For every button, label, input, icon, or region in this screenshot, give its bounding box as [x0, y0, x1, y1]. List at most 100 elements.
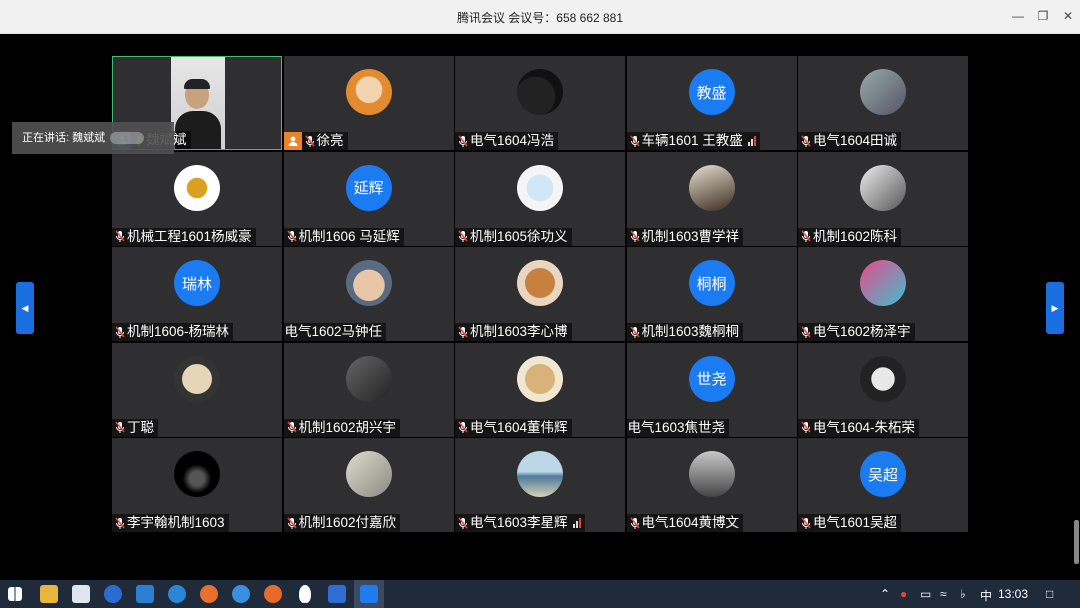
name-plate: 机制1603魏桐桐 — [626, 323, 744, 341]
battery-icon[interactable]: ▭ — [920, 587, 931, 601]
name-plate: 机制1602付嘉欣 — [283, 514, 401, 532]
participant-tile[interactable]: 丁聪 — [112, 342, 282, 437]
participant-tile[interactable]: 机制1602胡兴宇 — [283, 342, 454, 437]
avatar-initials: 瑞林 — [174, 260, 220, 306]
store-icon[interactable] — [72, 585, 90, 603]
participant-tile[interactable]: 徐亮 — [283, 56, 454, 150]
qq-icon[interactable] — [299, 585, 311, 603]
mic-muted-icon — [304, 134, 316, 148]
volume-icon[interactable]: ♭ — [960, 587, 966, 601]
participant-tile[interactable]: 桐桐 机制1603魏桐桐 — [626, 247, 797, 341]
app-l-icon[interactable] — [104, 585, 122, 603]
next-page-button[interactable]: ▶ — [1046, 282, 1064, 334]
participant-tile[interactable]: 机制1602付嘉欣 — [283, 438, 454, 532]
name-plate: 电气1603李星辉 — [455, 514, 585, 532]
participant-name: 电气1603焦世尧 — [627, 419, 726, 435]
avatar — [517, 451, 563, 497]
participant-tile[interactable]: 电气1602杨泽宇 — [798, 247, 968, 341]
participant-name: 电气1604田诚 — [813, 133, 898, 148]
participant-tile[interactable]: 机械工程1601杨威豪 — [112, 151, 282, 246]
windows-start-icon[interactable] — [8, 587, 22, 601]
tencent-meeting-icon[interactable] — [360, 585, 378, 603]
mic-muted-icon — [457, 230, 469, 244]
name-plate: 电气1604冯浩 — [455, 132, 559, 150]
participant-tile[interactable]: 李宇翰机制1603 — [112, 438, 282, 532]
avatar — [174, 451, 220, 497]
participant-tile[interactable]: 机制1603曹学祥 — [626, 151, 797, 246]
mic-muted-icon — [457, 325, 469, 339]
avatar — [517, 69, 563, 115]
name-plate: 电气1603焦世尧 — [626, 418, 730, 437]
mail-icon[interactable] — [136, 585, 154, 603]
mic-muted-icon — [286, 421, 298, 435]
name-plate: 电气1604-朱柘荣 — [798, 418, 920, 437]
participant-tile[interactable]: 瑞林 机制1606-杨瑞林 — [112, 247, 282, 341]
avatar-initials: 世尧 — [688, 355, 735, 402]
mic-muted-icon — [800, 516, 812, 530]
mic-muted-icon — [286, 516, 298, 530]
participant-tile[interactable]: 世尧电气1603焦世尧 — [626, 342, 797, 437]
edge-icon[interactable] — [232, 585, 250, 603]
avatar — [688, 164, 735, 211]
audio-wave — [110, 132, 144, 144]
participant-tile[interactable]: 电气1604-朱柘荣 — [798, 342, 968, 437]
app-k-icon[interactable] — [168, 585, 186, 603]
name-plate: 电气1601吴超 — [798, 514, 902, 532]
restore-icon[interactable]: ❐ — [1035, 8, 1051, 24]
participant-tile[interactable]: 电气1603李星辉 — [455, 438, 625, 532]
avatar — [517, 164, 563, 211]
tray-mic-icon[interactable]: ● — [900, 587, 907, 601]
ime-indicator[interactable]: 中 — [980, 587, 992, 604]
name-plate: 机械工程1601杨威豪 — [112, 227, 256, 246]
minimize-icon[interactable]: — — [1010, 8, 1026, 24]
participant-name: 电气1604冯浩 — [470, 133, 555, 148]
participant-name: 丁聪 — [127, 419, 154, 435]
prev-page-button[interactable]: ◀ — [16, 282, 34, 334]
avatar — [860, 69, 906, 115]
name-plate: 机制1602胡兴宇 — [283, 418, 401, 437]
meeting-stage: 魏斌斌徐亮电气1604冯浩教盛车辆1601 王教盛电气1604田诚机械工程160… — [0, 34, 1080, 580]
name-plate: 机制1603李心博 — [455, 323, 572, 341]
mic-muted-icon — [114, 516, 126, 530]
name-plate: 李宇翰机制1603 — [112, 514, 229, 532]
firefox-icon[interactable] — [200, 585, 218, 603]
notification-icon[interactable]: □ — [1046, 587, 1053, 601]
participant-tile[interactable]: 电气1602马钟任 — [283, 247, 454, 341]
chevron-up-icon[interactable]: ⌃ — [880, 587, 890, 601]
wifi-icon[interactable]: ≈ — [940, 587, 947, 601]
avatar — [345, 355, 392, 402]
participant-tile[interactable]: 电气1604田诚 — [798, 56, 968, 150]
participant-tile[interactable]: 延辉 机制1606 马延辉 — [283, 151, 454, 246]
clock[interactable]: 13:03 — [998, 587, 1028, 601]
name-plate: 电气1602马钟任 — [283, 323, 387, 341]
avatar — [860, 260, 906, 306]
name-plate: 电气1602杨泽宇 — [798, 323, 915, 341]
participant-name: 机制1603李心博 — [470, 324, 568, 339]
name-plate: 机制1603曹学祥 — [626, 227, 744, 246]
word-icon[interactable] — [328, 585, 346, 603]
scrollbar[interactable] — [1074, 520, 1079, 564]
participant-tile[interactable]: 吴超 电气1601吴超 — [798, 438, 968, 532]
avatar — [860, 355, 906, 402]
close-icon[interactable]: ✕ — [1060, 8, 1076, 24]
mic-muted-icon — [629, 325, 641, 339]
participant-tile[interactable]: 机制1602陈科 — [798, 151, 968, 246]
file-explorer-icon[interactable] — [40, 585, 58, 603]
mic-muted-icon — [457, 421, 469, 435]
participant-name: 电气1602马钟任 — [284, 324, 383, 339]
participant-tile[interactable]: 电气1604冯浩 — [455, 56, 625, 150]
participant-tile[interactable]: 电气1604董伟辉 — [455, 342, 625, 437]
participant-name: 机制1603曹学祥 — [641, 228, 740, 244]
participant-tile[interactable]: 教盛 车辆1601 王教盛 — [626, 56, 797, 150]
participant-name: 电气1604董伟辉 — [470, 419, 568, 435]
speaking-label: 正在讲话: 魏斌斌 — [22, 132, 106, 144]
name-plate: 车辆1601 王教盛 — [626, 132, 760, 150]
firefox-alt-icon[interactable] — [264, 585, 282, 603]
participant-tile[interactable]: 电气1604黄博文 — [626, 438, 797, 532]
participant-tile[interactable]: 机制1603李心博 — [455, 247, 625, 341]
name-plate: 电气1604董伟辉 — [455, 418, 572, 437]
participant-tile[interactable]: 机制1605徐功义 — [455, 151, 625, 246]
mic-muted-icon — [114, 230, 126, 244]
mic-muted-icon — [114, 325, 126, 339]
mic-muted-icon — [800, 230, 812, 244]
